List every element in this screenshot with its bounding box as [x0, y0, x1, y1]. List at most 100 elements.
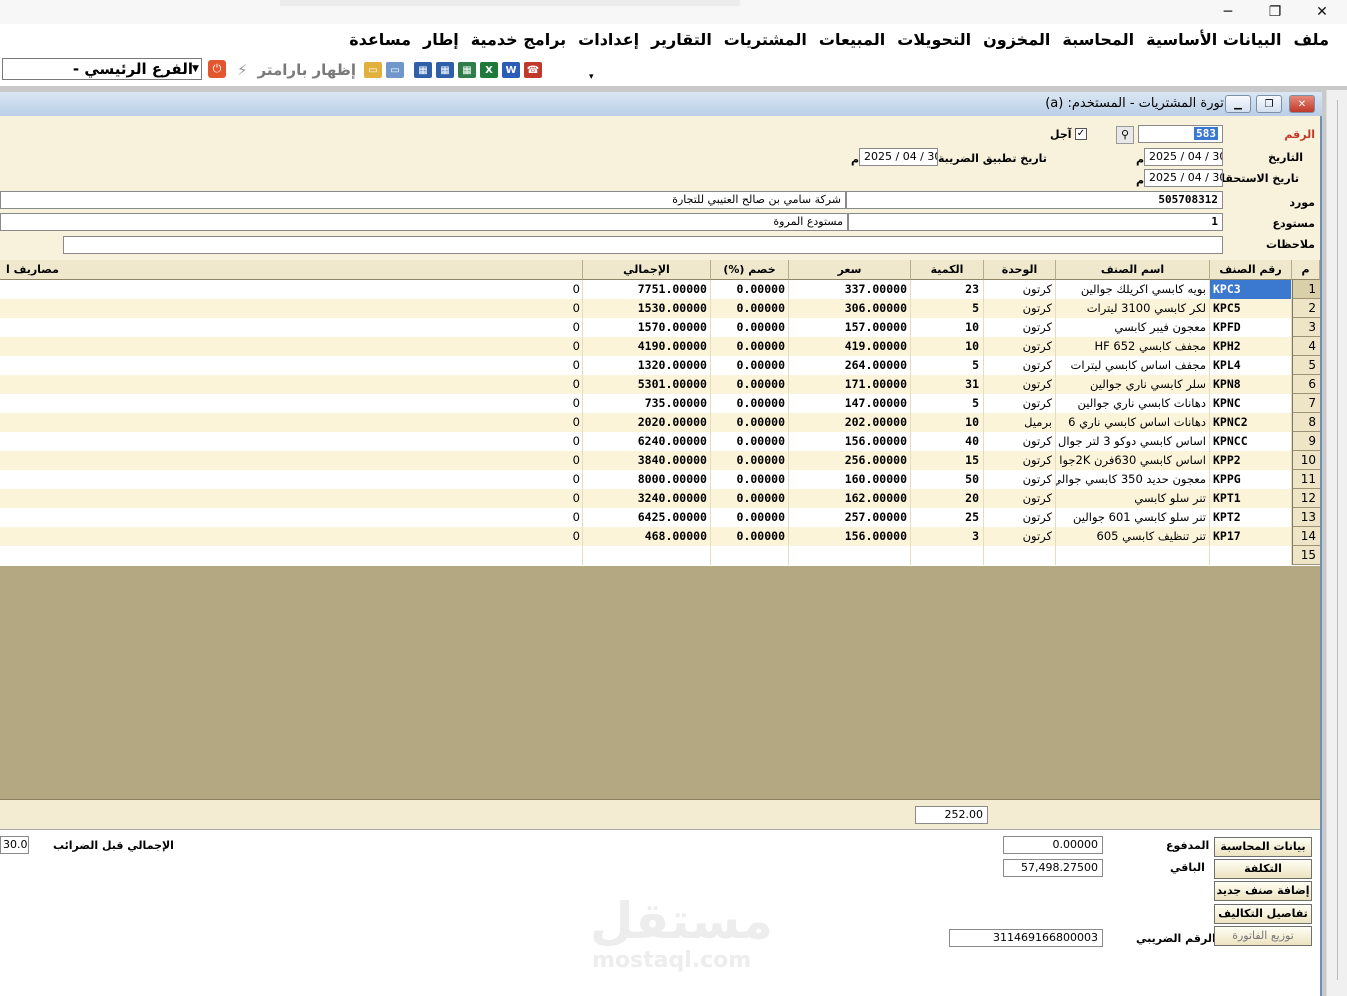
cell-unit[interactable]: كرتون — [984, 299, 1056, 318]
add-item-button[interactable]: إضافة صنف جديد — [1214, 881, 1312, 901]
warehouse-code-field[interactable]: 1 — [848, 213, 1223, 231]
cell-name[interactable]: مجفف كابسي HF 652 — [1056, 337, 1210, 356]
window-grid-icon[interactable]: ▦ — [458, 62, 476, 78]
row-number[interactable]: 14 — [1292, 527, 1320, 546]
col-header-qty[interactable]: الكمية — [911, 260, 984, 280]
table-row[interactable]: 0 6240.00000 0.00000 156.00000 40 كرتون اساس ك… — [0, 432, 1292, 451]
cell-unit[interactable]: كرتون — [984, 375, 1056, 394]
cell-price[interactable]: 256.00000 — [789, 451, 911, 470]
menu-help[interactable]: مساعدة — [349, 30, 411, 49]
row-number[interactable]: 3 — [1292, 318, 1320, 337]
table-row[interactable]: 0 6425.00000 0.00000 257.00000 25 كرتون تنر سل… — [0, 508, 1292, 527]
cell-code[interactable]: KPT1 — [1210, 489, 1292, 508]
cell-exp[interactable]: 0 — [0, 356, 583, 375]
cell-discount[interactable] — [711, 546, 789, 565]
cell-exp[interactable]: 0 — [0, 508, 583, 527]
cell-price[interactable]: 157.00000 — [789, 318, 911, 337]
table-row[interactable]: 0 3840.00000 0.00000 256.00000 15 كرتون اساس ك… — [0, 451, 1292, 470]
cell-qty[interactable]: 20 — [911, 489, 984, 508]
cell-code[interactable]: KPNCC — [1210, 432, 1292, 451]
cell-unit[interactable]: كرتون — [984, 451, 1056, 470]
cell-price[interactable]: 306.00000 — [789, 299, 911, 318]
cell-name[interactable] — [1056, 546, 1210, 565]
cell-price[interactable] — [789, 546, 911, 565]
table-row[interactable]: 0 1320.00000 0.00000 264.00000 5 كرتون مجفف اس… — [0, 356, 1292, 375]
cell-qty[interactable]: 31 — [911, 375, 984, 394]
cell-discount[interactable]: 0.00000 — [711, 394, 789, 413]
window-tile-icon[interactable]: ▦ — [414, 62, 432, 78]
row-number[interactable]: 9 — [1292, 432, 1320, 451]
cell-total[interactable]: 3240.00000 — [583, 489, 711, 508]
date-field[interactable]: 2025 / 04 / 30 — [1144, 148, 1223, 166]
cell-name[interactable]: لكر كابسي 3100 ليترات — [1056, 299, 1210, 318]
table-row[interactable]: 0 8000.00000 0.00000 160.00000 50 كرتون معجون … — [0, 470, 1292, 489]
cell-discount[interactable]: 0.00000 — [711, 413, 789, 432]
col-header-discount[interactable]: خصم (%) — [711, 260, 789, 280]
cell-name[interactable]: معجون حديد 350 كابسي جوالي — [1056, 470, 1210, 489]
cell-name[interactable]: تنر سلو كابسي 601 جوالين — [1056, 508, 1210, 527]
cell-discount[interactable]: 0.00000 — [711, 280, 789, 299]
cell-price[interactable]: 156.00000 — [789, 527, 911, 546]
show-params-button[interactable]: إظهار بارامتر ⚡ — [236, 58, 356, 82]
accounting-data-button[interactable]: بيانات المحاسبة — [1214, 837, 1312, 857]
due-date-field[interactable]: 2025 / 04 / 30 — [1144, 169, 1223, 187]
mdi-scrollbar[interactable] — [1326, 90, 1347, 996]
cell-unit[interactable]: كرتون — [984, 394, 1056, 413]
cell-exp[interactable]: 0 — [0, 413, 583, 432]
supplier-name-field[interactable]: شركة سامي بن صالح العتيبي للتجارة — [0, 191, 846, 209]
col-header-unit[interactable]: الوحدة — [984, 260, 1056, 280]
table-row[interactable]: 0 1570.00000 0.00000 157.00000 10 كرتون معجون … — [0, 318, 1292, 337]
warehouse-name-field[interactable]: مستودع المروة — [0, 213, 848, 231]
row-number[interactable]: 10 — [1292, 451, 1320, 470]
cell-discount[interactable]: 0.00000 — [711, 489, 789, 508]
col-header-price[interactable]: سعر — [789, 260, 911, 280]
phone-icon[interactable]: ☎ — [524, 62, 542, 78]
cell-unit[interactable]: كرتون — [984, 318, 1056, 337]
cell-price[interactable]: 202.00000 — [789, 413, 911, 432]
cell-exp[interactable]: 0 — [0, 280, 583, 299]
cell-price[interactable]: 419.00000 — [789, 337, 911, 356]
cell-total[interactable]: 6425.00000 — [583, 508, 711, 527]
window-cascade-icon[interactable]: ▦ — [436, 62, 454, 78]
row-number[interactable]: 6 — [1292, 375, 1320, 394]
cell-code[interactable]: KPP2 — [1210, 451, 1292, 470]
cell-qty[interactable]: 10 — [911, 413, 984, 432]
table-row[interactable]: 0 468.00000 0.00000 156.00000 3 كرتون تنر تنظي… — [0, 527, 1292, 546]
cell-code[interactable]: KPPG — [1210, 470, 1292, 489]
cell-qty[interactable] — [911, 546, 984, 565]
col-header-total[interactable]: الإجمالي — [583, 260, 711, 280]
menu-reports[interactable]: التقارير — [651, 30, 712, 49]
menu-accounting[interactable]: المحاسبة — [1062, 30, 1134, 49]
cell-name[interactable]: سلر كابسي ناري جوالين — [1056, 375, 1210, 394]
cell-code[interactable]: KPNC — [1210, 394, 1292, 413]
distribute-invoice-button[interactable]: توزيع الفاتورة — [1214, 926, 1312, 946]
table-row[interactable]: 0 735.00000 0.00000 147.00000 5 كرتون دهانات ك… — [0, 394, 1292, 413]
cell-qty[interactable]: 50 — [911, 470, 984, 489]
toolbar-overflow-icon[interactable]: ▾ — [589, 72, 594, 82]
supplier-code-field[interactable]: 505708312 — [846, 191, 1223, 209]
cell-price[interactable]: 160.00000 — [789, 470, 911, 489]
cell-discount[interactable]: 0.00000 — [711, 337, 789, 356]
menu-file[interactable]: ملف — [1294, 30, 1330, 49]
menu-settings[interactable]: إعدادات — [578, 30, 639, 49]
menu-transfers[interactable]: التحويلات — [897, 30, 971, 49]
row-number[interactable]: 7 — [1292, 394, 1320, 413]
cell-qty[interactable]: 5 — [911, 356, 984, 375]
table-row[interactable]: 0 3240.00000 0.00000 162.00000 20 كرتون تنر سل… — [0, 489, 1292, 508]
cell-price[interactable]: 147.00000 — [789, 394, 911, 413]
cell-discount[interactable]: 0.00000 — [711, 356, 789, 375]
cell-exp[interactable]: 0 — [0, 432, 583, 451]
close-icon[interactable]: ✕ — [1299, 0, 1345, 24]
minimize-icon[interactable]: ─ — [1205, 0, 1251, 24]
cell-qty[interactable]: 3 — [911, 527, 984, 546]
cell-total[interactable]: 735.00000 — [583, 394, 711, 413]
cell-code[interactable] — [1210, 546, 1292, 565]
cell-qty[interactable]: 40 — [911, 432, 984, 451]
cell-discount[interactable]: 0.00000 — [711, 432, 789, 451]
cell-exp[interactable] — [0, 546, 583, 565]
deferred-checkbox[interactable]: ✓ — [1075, 128, 1087, 140]
cell-name[interactable]: معجون فيبر كابسي — [1056, 318, 1210, 337]
cell-total[interactable]: 4190.00000 — [583, 337, 711, 356]
cell-total[interactable]: 1530.00000 — [583, 299, 711, 318]
cost-button[interactable]: التكلفة — [1214, 859, 1312, 879]
